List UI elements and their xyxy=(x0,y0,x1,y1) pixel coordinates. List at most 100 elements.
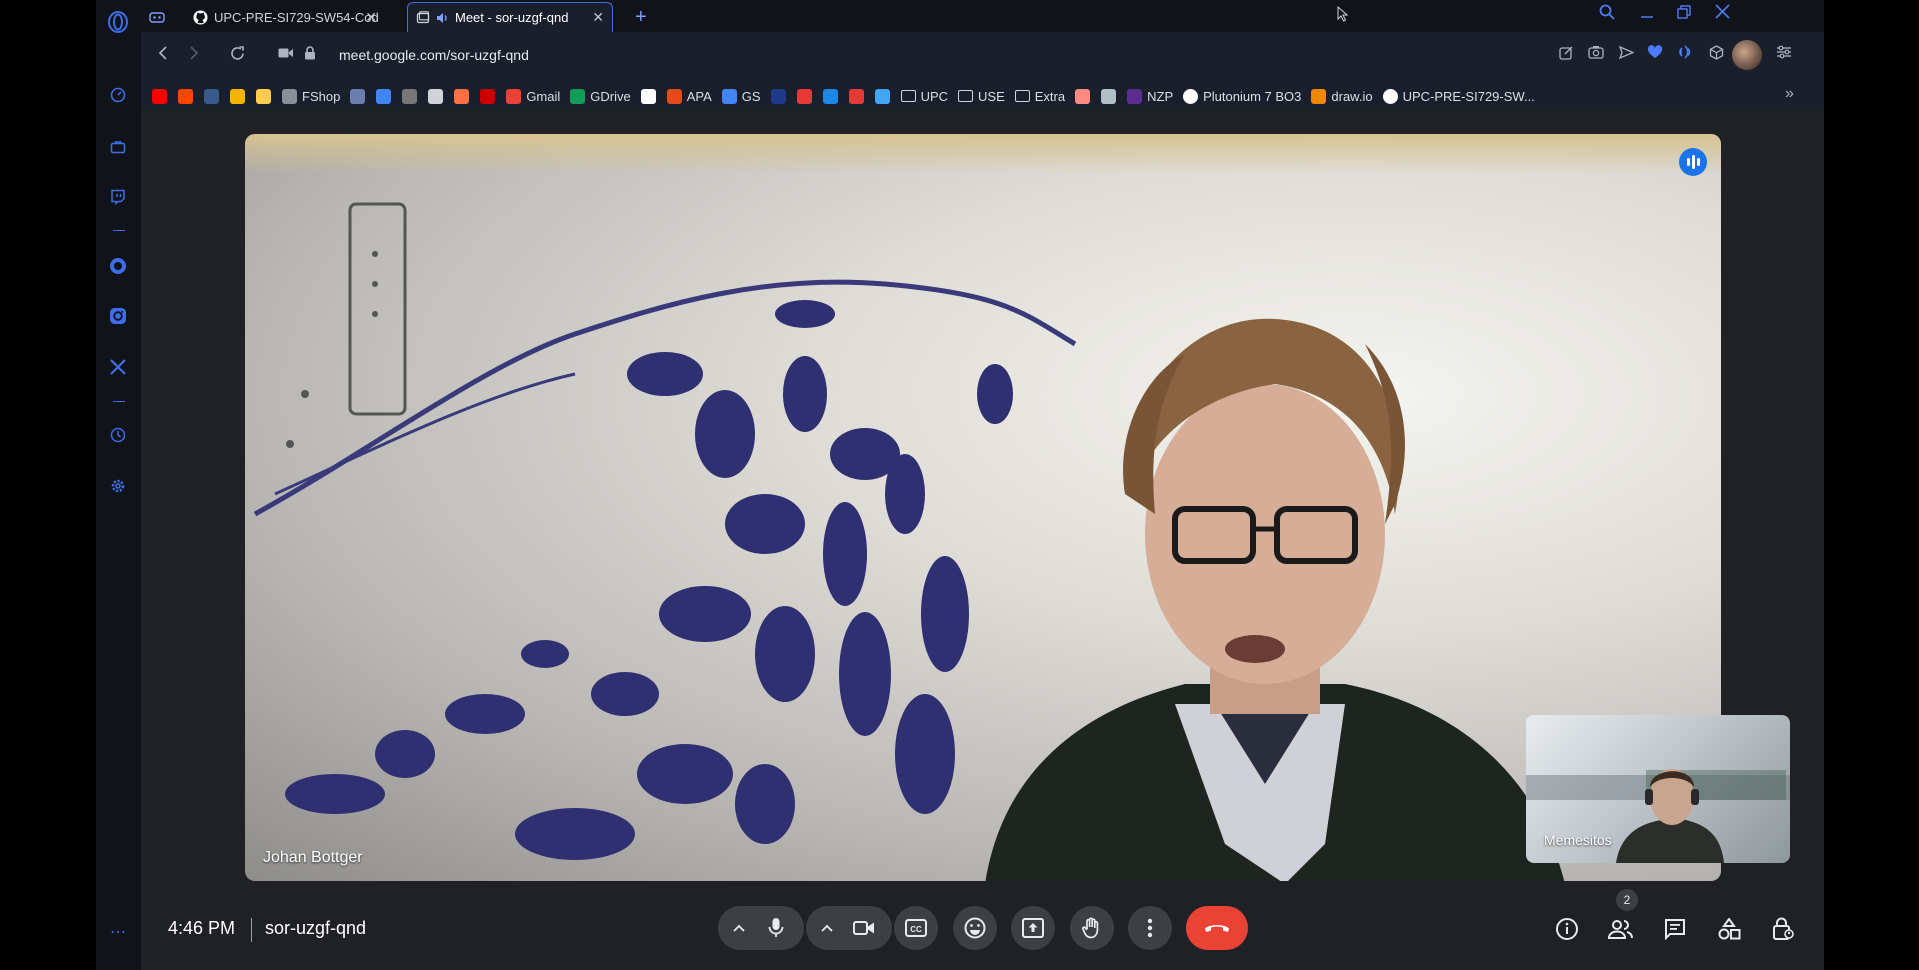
chat-button[interactable] xyxy=(1661,915,1689,943)
opera-logo-icon[interactable] xyxy=(104,8,132,36)
close-tab-icon[interactable]: ✕ xyxy=(365,9,377,26)
meeting-details-button[interactable] xyxy=(1553,915,1581,943)
self-view-tile[interactable]: Memesitos xyxy=(1526,715,1790,863)
camera-snapshot-icon[interactable] xyxy=(1585,45,1607,62)
video-top-light xyxy=(245,134,1721,174)
bookmark-item[interactable] xyxy=(230,86,246,106)
bookmark-item[interactable]: Gmail xyxy=(506,86,560,106)
bookmark-favicon-icon xyxy=(204,88,219,104)
url-field[interactable]: meet.google.com/sor-uzgf-qnd xyxy=(339,47,529,63)
bookmark-item[interactable]: GS xyxy=(721,86,761,106)
bookmark-item[interactable] xyxy=(376,86,392,106)
bookmark-item[interactable]: NZP xyxy=(1127,86,1173,106)
bookmark-item[interactable] xyxy=(428,86,444,106)
mouse-cursor-icon xyxy=(1337,5,1349,25)
forward-button[interactable] xyxy=(184,46,204,65)
bookmark-item[interactable] xyxy=(152,86,168,106)
bookmark-favicon-icon xyxy=(178,88,193,104)
bookmark-item[interactable]: Plutonium 7 BO3 xyxy=(1183,86,1301,106)
close-window-icon[interactable] xyxy=(1710,4,1734,24)
bookmark-item[interactable] xyxy=(480,86,496,106)
camera-in-use-icon[interactable] xyxy=(276,46,296,64)
bookmark-item[interactable] xyxy=(454,86,470,106)
easy-setup-icon[interactable] xyxy=(1773,45,1795,62)
bookmark-item[interactable]: FShop xyxy=(282,86,340,106)
mic-options-button[interactable] xyxy=(724,924,754,932)
close-tab-icon[interactable]: ✕ xyxy=(592,9,604,26)
bookmark-item[interactable] xyxy=(1101,86,1117,106)
bookmarks-overflow-button[interactable]: » xyxy=(1785,85,1794,103)
bookmark-item[interactable] xyxy=(350,86,366,106)
bookmark-item[interactable] xyxy=(770,86,787,106)
bookmark-item[interactable] xyxy=(204,86,220,106)
whatsapp-icon[interactable] xyxy=(104,252,132,280)
back-button[interactable] xyxy=(153,46,173,65)
x-twitter-icon[interactable] xyxy=(104,353,132,381)
speaker-person-image xyxy=(985,318,1565,881)
minimize-icon[interactable] xyxy=(1635,4,1659,24)
bookmark-item[interactable] xyxy=(822,86,839,106)
bookmark-item[interactable]: UPC xyxy=(900,86,948,106)
bookmark-item[interactable] xyxy=(848,86,865,106)
restore-window-icon[interactable] xyxy=(1672,4,1696,24)
present-screen-button[interactable] xyxy=(1011,906,1055,950)
lock-person-icon xyxy=(1773,917,1794,940)
video-camera-icon xyxy=(853,921,874,935)
bookmark-item[interactable] xyxy=(874,86,891,106)
bookmark-label: USE xyxy=(978,88,1005,104)
host-controls-button[interactable] xyxy=(1769,915,1797,943)
twitch-icon[interactable] xyxy=(104,183,132,211)
send-flow-icon[interactable] xyxy=(1615,45,1637,63)
speaker-icon[interactable] xyxy=(435,11,449,25)
captions-button[interactable]: CC xyxy=(894,906,938,950)
people-icon xyxy=(1608,920,1633,939)
meeting-code: sor-uzgf-qnd xyxy=(265,918,367,938)
camera-options-button[interactable] xyxy=(812,924,842,932)
new-tab-button[interactable]: + xyxy=(627,2,657,32)
more-options-button[interactable] xyxy=(1128,906,1172,950)
search-tabs-icon[interactable] xyxy=(1595,4,1619,25)
people-button[interactable] xyxy=(1607,915,1635,943)
bookmark-item[interactable] xyxy=(402,86,418,106)
participants-count-badge: 2 xyxy=(1616,889,1638,911)
snapshot-edit-icon[interactable] xyxy=(1555,45,1577,63)
chevron-up-icon xyxy=(733,924,745,932)
bookmark-item[interactable]: GDrive xyxy=(570,86,631,106)
microphone-button[interactable] xyxy=(754,917,798,939)
bookmark-item[interactable] xyxy=(1075,86,1091,106)
reload-button[interactable] xyxy=(227,46,247,66)
bookmark-label: UPC-PRE-SI729-SW... xyxy=(1402,88,1535,104)
bookmark-item[interactable]: draw.io xyxy=(1311,86,1373,106)
bookmark-item[interactable] xyxy=(256,86,272,106)
heart-icon[interactable] xyxy=(1644,45,1666,62)
briefcase-icon[interactable] xyxy=(104,133,132,161)
raise-hand-button[interactable] xyxy=(1070,906,1114,950)
bookmark-favicon-icon xyxy=(640,88,656,104)
bookmark-item[interactable]: Extra xyxy=(1014,86,1065,106)
camera-button[interactable] xyxy=(842,920,886,936)
leave-call-button[interactable] xyxy=(1186,906,1248,950)
bookmark-item[interactable] xyxy=(640,86,657,106)
settings-gear-icon[interactable] xyxy=(104,472,132,500)
profile-avatar[interactable] xyxy=(1732,40,1764,70)
activities-button[interactable] xyxy=(1715,915,1743,943)
reactions-button[interactable] xyxy=(953,906,997,950)
lock-icon[interactable] xyxy=(300,46,320,65)
tab-meet[interactable]: Meet - sor-uzgf-qnd ✕ xyxy=(407,2,613,32)
main-video-tile[interactable]: Johan Bottger xyxy=(245,134,1721,881)
instagram-icon[interactable] xyxy=(104,302,132,330)
folder-icon xyxy=(900,90,916,102)
player-audio-icon[interactable] xyxy=(1675,45,1697,62)
bookmark-item[interactable]: UPC-PRE-SI729-SW... xyxy=(1382,86,1535,106)
bookmark-item[interactable] xyxy=(796,86,813,106)
tab-github[interactable]: UPC-PRE-SI729-SW54-Cod ✕ xyxy=(185,2,385,32)
bookmark-item[interactable]: APA xyxy=(666,86,712,106)
speed-dial-icon[interactable] xyxy=(104,81,132,109)
bookmark-item[interactable] xyxy=(178,86,194,106)
extensions-cube-icon[interactable] xyxy=(1705,45,1727,63)
history-icon[interactable] xyxy=(104,421,132,449)
bookmark-item[interactable]: USE xyxy=(958,86,1005,106)
more-options-icon[interactable]: ⋯ xyxy=(104,918,132,946)
tab-islands-icon[interactable] xyxy=(141,2,181,32)
bookmark-favicon-icon xyxy=(256,88,271,104)
